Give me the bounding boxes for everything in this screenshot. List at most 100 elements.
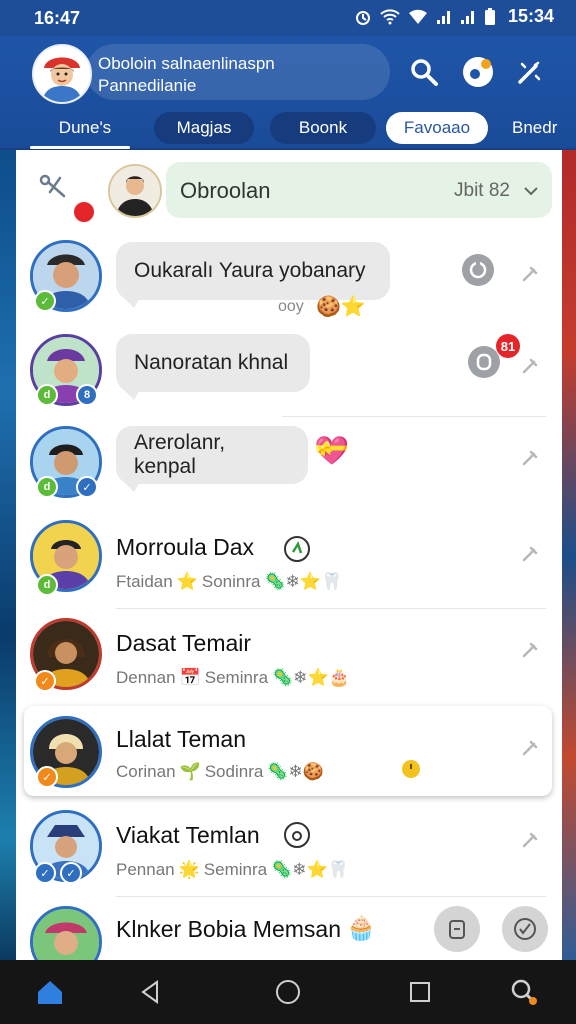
search-nav-button[interactable] (506, 974, 542, 1010)
message-bubble[interactable]: Nanoratan khnal (116, 334, 310, 400)
emoji-strip-icon: 🦠❄⭐🦷 (264, 572, 343, 591)
list-item[interactable]: d Morroula Dax Ftaidan ⭐ Soninra 🦠❄⭐🦷 (16, 514, 562, 608)
preview-part2: Seminra (204, 668, 269, 687)
game-backdrop-left (0, 150, 16, 960)
tab-indicator (30, 146, 130, 149)
status-badge: ✓ (36, 766, 58, 788)
message-preview: Dennan 📅 Seminra 🦠❄⭐🎂 (116, 668, 350, 688)
chat-list-panel: Obroolan Jbit 82 ✓ Oukaralı Yaura yobana… (16, 150, 562, 960)
voice-icon[interactable] (282, 534, 312, 564)
archive-button[interactable] (434, 906, 480, 952)
alert-badge (72, 200, 96, 224)
signal-2-icon (460, 10, 474, 24)
recents-button[interactable] (402, 974, 438, 1010)
message-text: Oukaralı Yaura yobanary (134, 259, 366, 282)
contact-name: Dasat Temair (116, 630, 252, 656)
preview-part1: Dennan (116, 668, 176, 687)
clock-icon[interactable] (400, 758, 422, 780)
group-avatar[interactable] (108, 164, 162, 218)
list-item[interactable]: d ✓ Arerolanr, kenpal 💝 (16, 420, 562, 510)
add-status-button[interactable] (460, 54, 496, 90)
tab-bar: Dune's Magjas Boonk Favoaao Bnedr (0, 108, 576, 149)
home-button[interactable] (270, 974, 306, 1010)
pin-icon[interactable] (520, 830, 540, 850)
tab-bnedr[interactable]: Bnedr (500, 112, 576, 144)
group-row[interactable]: Obroolan Jbit 82 (16, 150, 562, 228)
status-badge: ✓ (34, 670, 56, 692)
magic-wand-icon (518, 61, 541, 84)
list-item[interactable]: ✓ Dasat Temair Dennan 📅 Seminra 🦠❄⭐🎂 (16, 612, 562, 706)
online-badge: d (36, 476, 58, 498)
verified-badge: ✓ (34, 862, 56, 884)
pin-icon[interactable] (520, 356, 540, 376)
emoji-strip-icon: 🦠❄⭐🦷 (271, 860, 349, 879)
profile-avatar[interactable] (32, 44, 92, 104)
calendar-icon: 📅 (179, 668, 201, 687)
contact-name: Klnker Bobia Memsan (116, 916, 341, 942)
tab-dunes[interactable]: Dune's (30, 112, 140, 144)
mark-read-button[interactable] (502, 906, 548, 952)
recents-square-icon (410, 982, 430, 1002)
verified-badge: ✓ (60, 862, 82, 884)
reaction-text: ooy (278, 298, 304, 315)
chat-subtitle: Pannedilanie (98, 76, 197, 95)
tools-button[interactable] (512, 54, 548, 90)
search-icon (411, 59, 438, 86)
home-tab-button[interactable] (32, 974, 68, 1010)
preview-part1: Corinan (116, 762, 176, 781)
tab-magjas[interactable]: Magjas (154, 112, 254, 144)
refresh-icon[interactable] (462, 254, 494, 286)
preview-part1: Ftaidan (116, 572, 173, 591)
list-item[interactable]: ✓ Llalat Teman Corinan 🌱 Sodinra 🦠❄🍪 (16, 706, 562, 796)
tab-boonk[interactable]: Boonk (270, 112, 376, 144)
status-time-right: 15:34 (507, 6, 554, 26)
preview-part1: Pennan (116, 860, 175, 879)
search-icon (511, 979, 537, 1005)
pin-icon[interactable] (520, 738, 540, 758)
avatar[interactable] (30, 906, 102, 960)
preview-part2: Sodinra (204, 762, 264, 781)
message-text: Nanoratan khnal (134, 351, 289, 374)
back-button[interactable] (132, 974, 168, 1010)
back-triangle-icon (141, 980, 158, 1004)
message-bubble[interactable]: Arerolanr, kenpal (116, 426, 308, 492)
scissors-icon[interactable] (38, 172, 68, 207)
list-item[interactable]: ✓ Oukaralı Yaura yobanary ooy 🍪⭐ (16, 234, 562, 324)
chevron-down-icon[interactable] (522, 182, 540, 200)
preview-part2: Seminra (203, 860, 268, 879)
wifi-icon (380, 8, 400, 24)
divider (282, 416, 546, 417)
signal-icon (436, 10, 450, 24)
pin-icon[interactable] (520, 448, 540, 468)
wifi-strong-icon (408, 9, 427, 24)
list-item[interactable]: ✓ ✓ Viakat Temlan Pennan 🌟 Seminra 🦠❄⭐🦷 (16, 804, 562, 896)
chat-title-pill[interactable]: Oboloin salnaenlinaspn Pannedilanie (86, 44, 390, 100)
emoji-strip-icon: 🦠❄🍪 (267, 762, 324, 781)
timer-icon[interactable] (468, 346, 500, 378)
game-backdrop-right (562, 150, 576, 960)
emoji-strip-icon: 🦠❄⭐🎂 (272, 668, 350, 687)
online-badge: ✓ (34, 290, 56, 312)
search-button[interactable] (406, 54, 442, 90)
list-item[interactable]: Klnker Bobia Memsan 🧁 (16, 900, 562, 960)
message-bubble[interactable]: Oukaralı Yaura yobanary (116, 242, 390, 308)
pin-icon[interactable] (520, 264, 540, 284)
voice-icon[interactable] (282, 820, 312, 850)
preview-part2: Soninra (201, 572, 261, 591)
list-item[interactable]: d 8 Nanoratan khnal 81 (16, 326, 562, 416)
check-circle-icon (514, 918, 536, 940)
message-preview: Pennan 🌟 Seminra 🦠❄⭐🦷 (116, 860, 349, 880)
archive-icon (449, 920, 465, 939)
pin-icon[interactable] (520, 544, 540, 564)
tab-favoaao[interactable]: Favoaao (386, 112, 488, 144)
message-text: Arerolanr, kenpal (134, 431, 226, 478)
message-preview: Corinan 🌱 Sodinra 🦠❄🍪 (116, 762, 324, 782)
seedling-icon: 🌱 (179, 762, 201, 781)
home-circle-icon (276, 980, 300, 1004)
status-bar: 16:47 15:34 (0, 0, 576, 36)
contact-name: Viakat Temlan (116, 822, 260, 848)
group-pill[interactable]: Obroolan Jbit 82 (166, 162, 552, 218)
star-box-icon: 🌟 (178, 860, 200, 879)
divider (116, 896, 546, 897)
pin-icon[interactable] (520, 640, 540, 660)
